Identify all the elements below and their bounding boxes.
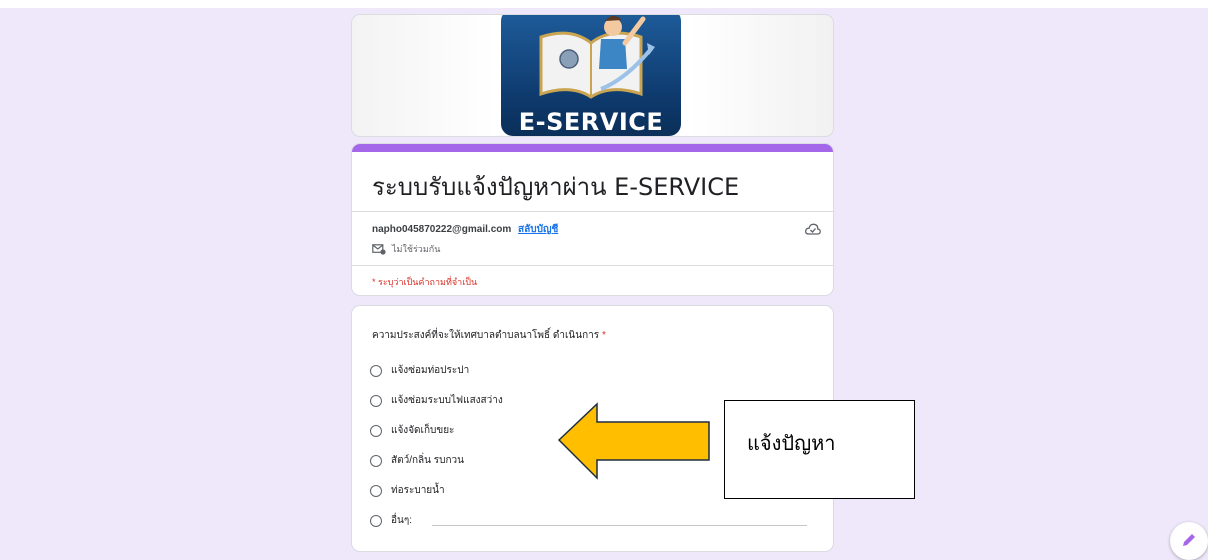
account-email: napho045870222@gmail.com — [372, 224, 512, 235]
radio-option[interactable]: ท่อระบายน้ำ — [370, 483, 445, 498]
switch-account-link[interactable]: สลับบัญชี — [518, 224, 558, 235]
share-status: ไม่ใช้ร่วมกัน — [372, 242, 440, 256]
header-banner: E-SERVICE — [352, 15, 833, 136]
edit-button[interactable] — [1170, 522, 1208, 560]
radio-option[interactable]: แจ้งซ่อมท่อประปา — [370, 363, 469, 378]
form-title-card: ระบบรับแจ้งปัญหาผ่าน E-SERVICE napho0458… — [352, 144, 833, 295]
radio-option[interactable]: สัตว์/กลิ่น รบกวน — [370, 453, 464, 468]
required-star: * — [601, 330, 606, 341]
form-title: ระบบรับแจ้งปัญหาผ่าน E-SERVICE — [372, 173, 740, 201]
callout-text: แจ้งปัญหา — [747, 431, 836, 455]
account-info: napho045870222@gmail.com สลับบัญชี — [372, 222, 558, 237]
cloud-check-icon — [805, 223, 821, 235]
option-label: สัตว์/กลิ่น รบกวน — [391, 455, 465, 466]
option-label: อื่นๆ: — [391, 515, 412, 526]
mail-share-icon — [372, 243, 386, 255]
radio-button[interactable] — [370, 394, 382, 407]
option-label: แจ้งซ่อมระบบไฟแสงสว่าง — [391, 395, 503, 406]
radio-option[interactable]: แจ้งจัดเก็บขยะ — [370, 423, 454, 438]
radio-option-other[interactable]: อื่นๆ: — [370, 513, 412, 528]
option-label: แจ้งซ่อมท่อประปา — [391, 365, 470, 376]
radio-button[interactable] — [370, 514, 382, 527]
edit-pencil-icon — [1183, 534, 1195, 546]
left-arrow-annotation — [557, 402, 710, 480]
question-text: ความประสงค์ที่จะให้เทศบาลตำบลนาโพธิ์ ดำเ… — [372, 330, 600, 341]
radio-button[interactable] — [370, 364, 382, 377]
option-label: แจ้งจัดเก็บขยะ — [391, 425, 455, 436]
not-shared-label: ไม่ใช้ร่วมกัน — [392, 244, 441, 254]
radio-button[interactable] — [370, 454, 382, 467]
account-row: napho045870222@gmail.com สลับบัญชี ไม่ใช… — [352, 212, 833, 265]
other-text-input[interactable] — [432, 525, 807, 526]
top-strip — [0, 0, 1208, 8]
option-label: ท่อระบายน้ำ — [391, 485, 445, 496]
question-title: ความประสงค์ที่จะให้เทศบาลตำบลนาโพธิ์ ดำเ… — [372, 328, 606, 343]
callout-box: แจ้งปัญหา — [724, 400, 915, 499]
radio-button[interactable] — [370, 484, 382, 497]
required-note: * ระบุว่าเป็นคำถามที่จำเป็น — [372, 277, 478, 287]
radio-option[interactable]: แจ้งซ่อมระบบไฟแสงสว่าง — [370, 393, 503, 408]
logo-text: E-SERVICE — [518, 108, 664, 136]
eservice-logo: E-SERVICE — [501, 15, 681, 136]
title-accent-bar — [352, 144, 833, 152]
radio-button[interactable] — [370, 424, 382, 437]
